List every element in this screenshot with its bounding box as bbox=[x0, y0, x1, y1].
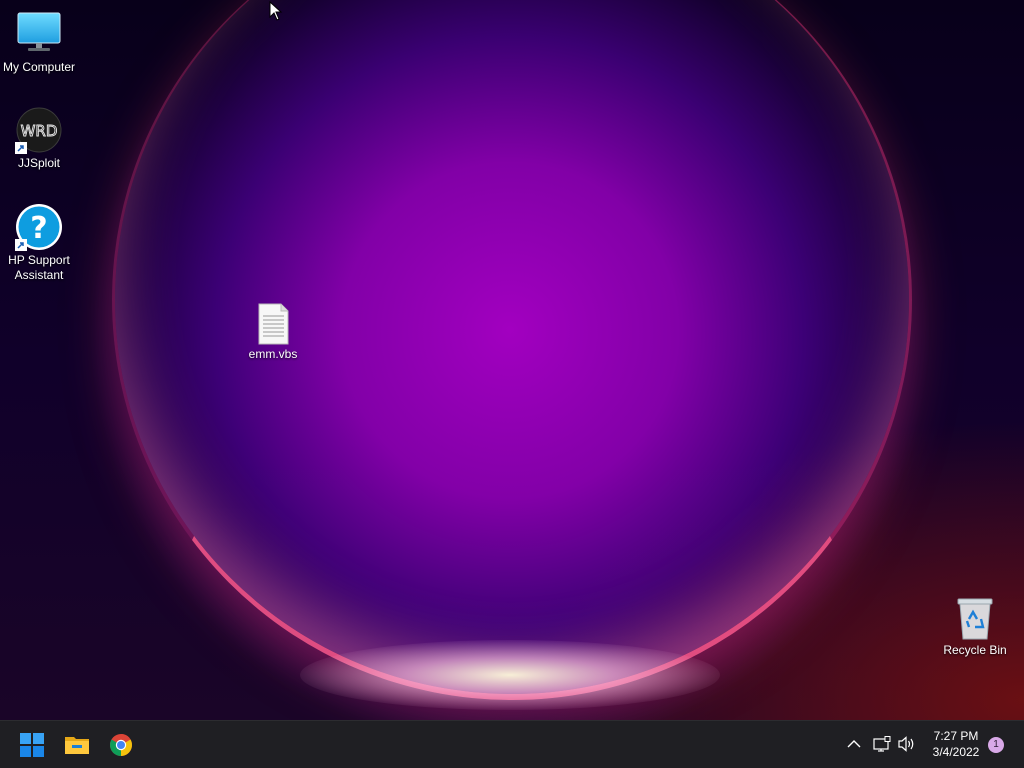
taskbar: 7:27 PM 3/4/2022 1 bbox=[0, 720, 1024, 768]
text-file-icon bbox=[253, 303, 293, 345]
shortcut-arrow-icon bbox=[15, 239, 27, 251]
desktop-icon-my-computer[interactable]: My Computer bbox=[0, 10, 79, 75]
desktop-icon-hp-support-assistant[interactable]: ? HP Support Assistant bbox=[0, 203, 79, 283]
desktop-icon-jjsploit[interactable]: WRD JJSploit bbox=[0, 106, 79, 171]
desktop-icon-label: My Computer bbox=[2, 60, 76, 74]
desktop-icon-emm-vbs[interactable]: emm.vbs bbox=[233, 303, 313, 362]
recycle-bin-icon bbox=[955, 597, 995, 641]
jjsploit-icon: WRD bbox=[15, 106, 63, 154]
start-button[interactable] bbox=[14, 727, 50, 763]
wallpaper-orb bbox=[112, 0, 912, 700]
windows-logo-icon bbox=[20, 733, 44, 757]
desktop-icon-recycle-bin[interactable]: Recycle Bin bbox=[935, 597, 1015, 658]
desktop-icon-label: emm.vbs bbox=[248, 347, 298, 361]
network-button[interactable] bbox=[871, 733, 893, 755]
folder-icon bbox=[65, 737, 89, 754]
file-explorer-button[interactable] bbox=[59, 727, 95, 763]
show-hidden-icons-button[interactable] bbox=[843, 733, 865, 755]
monitor-icon bbox=[15, 10, 63, 58]
question-mark-icon: ? bbox=[15, 203, 63, 251]
desktop-icon-label: Recycle Bin bbox=[943, 643, 1007, 657]
taskbar-clock[interactable]: 7:27 PM 3/4/2022 bbox=[922, 728, 990, 760]
desktop-icon-label: JJSploit bbox=[17, 156, 61, 170]
chevron-up-icon bbox=[847, 740, 861, 748]
notification-badge[interactable]: 1 bbox=[988, 737, 1004, 753]
network-icon bbox=[873, 736, 891, 752]
desktop[interactable]: My Computer WRD JJSploit ? HP Support As… bbox=[0, 0, 1024, 720]
speaker-icon bbox=[898, 736, 914, 752]
svg-text:?: ? bbox=[30, 211, 47, 246]
volume-button[interactable] bbox=[896, 733, 918, 755]
clock-date: 3/4/2022 bbox=[932, 745, 980, 759]
desktop-icon-label: HP Support Assistant bbox=[8, 253, 70, 282]
chrome-icon bbox=[110, 734, 132, 756]
clock-time: 7:27 PM bbox=[933, 729, 979, 743]
mouse-cursor-icon bbox=[269, 1, 283, 21]
wallpaper-glow bbox=[300, 640, 720, 710]
chrome-button[interactable] bbox=[103, 727, 139, 763]
shortcut-arrow-icon bbox=[15, 142, 27, 154]
svg-text:WRD: WRD bbox=[21, 122, 58, 140]
